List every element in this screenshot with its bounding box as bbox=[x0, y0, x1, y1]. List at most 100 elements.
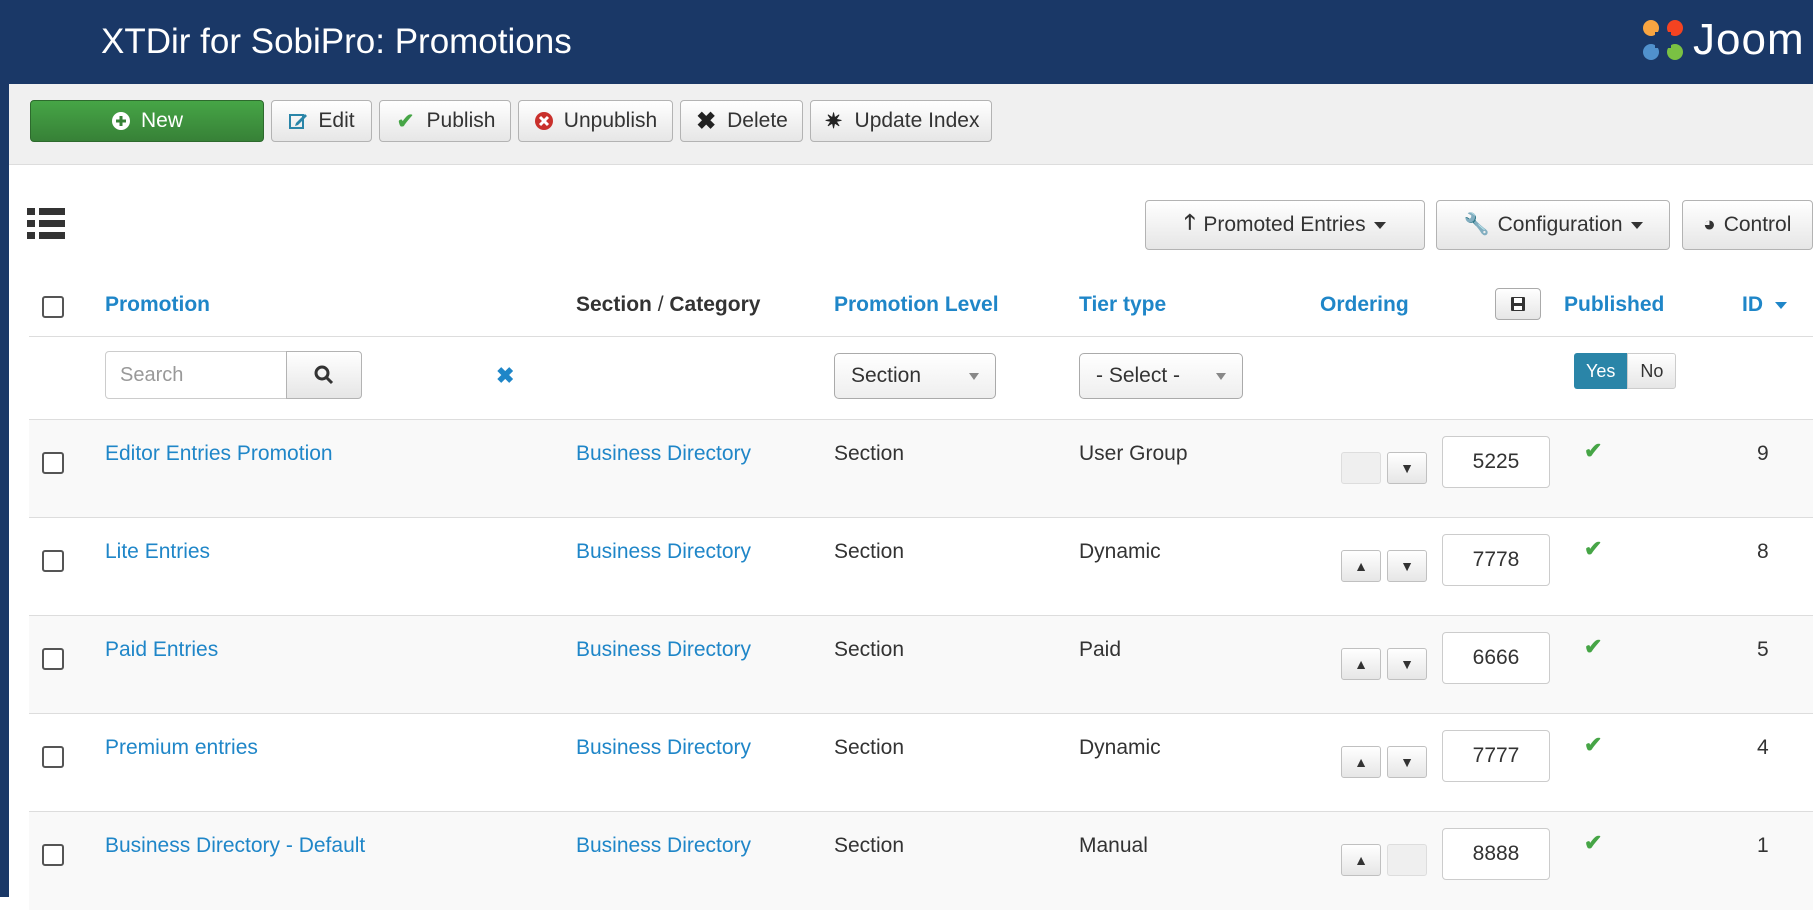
save-order-button[interactable] bbox=[1495, 288, 1541, 320]
gear-icon: ✷ bbox=[824, 109, 843, 133]
promoted-entries-label: Promoted Entries bbox=[1203, 213, 1366, 236]
order-down-disabled bbox=[1387, 844, 1427, 876]
wrench-icon: 🔧 bbox=[1463, 213, 1490, 236]
ordering-input[interactable]: 6666 bbox=[1442, 632, 1550, 684]
promotion-level: Section bbox=[834, 540, 905, 563]
order-up-button[interactable]: ▲ bbox=[1341, 648, 1381, 680]
ordering-input[interactable]: 5225 bbox=[1442, 436, 1550, 488]
promotion-link[interactable]: Premium entries bbox=[105, 736, 258, 760]
column-tier-type[interactable]: Tier type bbox=[1079, 293, 1166, 317]
plus-circle-icon bbox=[111, 112, 130, 130]
ordering-input[interactable]: 7777 bbox=[1442, 730, 1550, 782]
column-ordering[interactable]: Ordering bbox=[1320, 293, 1409, 317]
tier-type: Paid bbox=[1079, 638, 1122, 661]
category-link[interactable]: Business Directory bbox=[576, 442, 751, 466]
row-checkbox[interactable] bbox=[42, 550, 64, 572]
published-yes-button[interactable]: Yes bbox=[1574, 353, 1628, 389]
edit-icon bbox=[289, 114, 308, 129]
configuration-label: Configuration bbox=[1497, 213, 1623, 236]
category-link[interactable]: Business Directory bbox=[576, 834, 751, 858]
control-dropdown[interactable]: ◕ Control bbox=[1682, 200, 1813, 250]
caret-down-icon bbox=[1630, 221, 1643, 229]
sort-desc-icon bbox=[1774, 301, 1787, 309]
select-all-checkbox[interactable] bbox=[42, 296, 64, 318]
promotion-link[interactable]: Lite Entries bbox=[105, 540, 210, 564]
select-arrow-icon bbox=[969, 373, 979, 380]
tier-type: User Group bbox=[1079, 442, 1188, 465]
chevron-down-icon: ▼ bbox=[1400, 754, 1414, 770]
row-checkbox[interactable] bbox=[42, 452, 64, 474]
search-input[interactable] bbox=[105, 351, 287, 399]
order-down-button[interactable]: ▼ bbox=[1387, 550, 1427, 582]
list-icon[interactable] bbox=[27, 208, 65, 240]
chevron-up-icon: ▲ bbox=[1354, 656, 1368, 672]
tier-type: Dynamic bbox=[1079, 736, 1161, 759]
row-checkbox[interactable] bbox=[42, 844, 64, 866]
column-promotion-level[interactable]: Promotion Level bbox=[834, 293, 999, 317]
delete-button[interactable]: ✖ Delete bbox=[680, 100, 803, 142]
promotion-link[interactable]: Paid Entries bbox=[105, 638, 218, 662]
column-id[interactable]: ID bbox=[1742, 293, 1787, 317]
promoted-entries-dropdown[interactable]: 🡑 Promoted Entries bbox=[1145, 200, 1425, 250]
column-published[interactable]: Published bbox=[1564, 293, 1664, 317]
update-index-button[interactable]: ✷ Update Index bbox=[810, 100, 992, 142]
promotion-link[interactable]: Business Directory - Default bbox=[105, 834, 365, 858]
order-up-disabled bbox=[1341, 452, 1381, 484]
promotion-link[interactable]: Editor Entries Promotion bbox=[105, 442, 333, 466]
new-button[interactable]: New bbox=[30, 100, 264, 142]
column-section-category: Section / Category bbox=[576, 293, 760, 317]
order-up-button[interactable]: ▲ bbox=[1341, 746, 1381, 778]
publish-button[interactable]: ✔ Publish bbox=[379, 100, 511, 142]
ordering-input[interactable]: 8888 bbox=[1442, 828, 1550, 880]
category-link[interactable]: Business Directory bbox=[576, 540, 751, 564]
order-down-button[interactable]: ▼ bbox=[1387, 648, 1427, 680]
content-area: 🡑 Promoted Entries 🔧 Configuration ◕ Con… bbox=[9, 165, 1813, 910]
chevron-up-icon: ▲ bbox=[1354, 852, 1368, 868]
promotion-level: Section bbox=[834, 638, 905, 661]
order-down-button[interactable]: ▼ bbox=[1387, 746, 1427, 778]
category-link[interactable]: Business Directory bbox=[576, 736, 751, 760]
level-filter-select[interactable]: Section bbox=[834, 353, 996, 399]
row-id: 8 bbox=[1757, 540, 1769, 563]
toolbar: New Edit ✔ Publish Unpublish ✖ Delete ✷ bbox=[9, 84, 1813, 165]
dashboard-icon: ◕ bbox=[1703, 213, 1716, 236]
table-row: Lite Entries Business Directory Section … bbox=[29, 517, 1813, 616]
column-promotion[interactable]: Promotion bbox=[105, 293, 210, 317]
published-no-button[interactable]: No bbox=[1627, 353, 1677, 389]
promotion-level: Section bbox=[834, 736, 905, 759]
joomla-mark-icon bbox=[1643, 20, 1683, 60]
category-link[interactable]: Business Directory bbox=[576, 638, 751, 662]
row-checkbox[interactable] bbox=[42, 648, 64, 670]
edit-button[interactable]: Edit bbox=[271, 100, 372, 142]
left-border bbox=[0, 0, 9, 897]
chevron-down-icon: ▼ bbox=[1400, 656, 1414, 672]
table-row: Business Directory - Default Business Di… bbox=[29, 811, 1813, 910]
row-checkbox[interactable] bbox=[42, 746, 64, 768]
published-check-icon[interactable]: ✔ bbox=[1584, 536, 1602, 562]
order-up-button[interactable]: ▲ bbox=[1341, 844, 1381, 876]
order-up-button[interactable]: ▲ bbox=[1341, 550, 1381, 582]
update-index-label: Update Index bbox=[854, 109, 980, 132]
clear-search-icon[interactable]: ✖ bbox=[496, 363, 514, 389]
row-id: 9 bbox=[1757, 442, 1769, 465]
table-row: Editor Entries Promotion Business Direct… bbox=[29, 419, 1813, 518]
configuration-dropdown[interactable]: 🔧 Configuration bbox=[1436, 200, 1670, 250]
header-bar: XTDir for SobiPro: Promotions Joom bbox=[9, 0, 1813, 84]
published-check-icon[interactable]: ✔ bbox=[1584, 732, 1602, 758]
tier-type: Manual bbox=[1079, 834, 1148, 857]
published-check-icon[interactable]: ✔ bbox=[1584, 634, 1602, 660]
unpublish-label: Unpublish bbox=[563, 109, 658, 132]
unpublish-button[interactable]: Unpublish bbox=[518, 100, 673, 142]
order-down-button[interactable]: ▼ bbox=[1387, 452, 1427, 484]
category-header-label: Category bbox=[669, 293, 761, 316]
control-label: Control bbox=[1723, 213, 1792, 236]
tier-type: Dynamic bbox=[1079, 540, 1161, 563]
published-filter-toggle: Yes No bbox=[1574, 353, 1677, 389]
search-button[interactable] bbox=[286, 351, 362, 399]
tier-filter-select[interactable]: - Select - bbox=[1079, 353, 1243, 399]
published-check-icon[interactable]: ✔ bbox=[1584, 438, 1602, 464]
published-check-icon[interactable]: ✔ bbox=[1584, 830, 1602, 856]
ordering-input[interactable]: 7778 bbox=[1442, 534, 1550, 586]
chevron-up-icon: ▲ bbox=[1354, 558, 1368, 574]
app-window: XTDir for SobiPro: Promotions Joom New E… bbox=[0, 0, 1813, 910]
